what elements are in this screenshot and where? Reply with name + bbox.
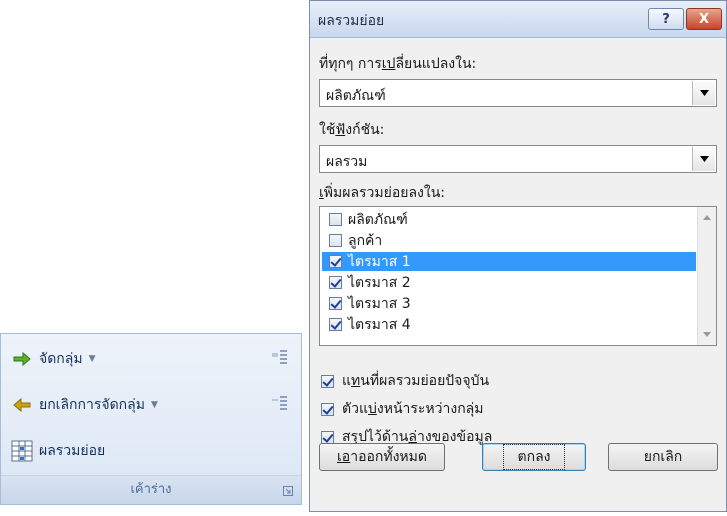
cancel-button[interactable]: ยกเลิก — [608, 443, 718, 471]
help-icon: ? — [662, 11, 670, 27]
use-function-label-post: งก์ชัน: — [345, 122, 385, 138]
checkbox[interactable] — [329, 213, 342, 226]
group-button-label: จัดกลุ่ม — [39, 351, 83, 367]
use-function-dropdown[interactable]: ผลรวม — [319, 145, 717, 173]
use-function-label-accesskey: ฟั — [335, 122, 346, 138]
page-break-label-post: งหน้าระหว่างกลุ่ม — [376, 401, 484, 417]
list-item[interactable]: ไตรมาส 2 — [322, 273, 696, 292]
change-in-value: ผลิตภัณฑ์ — [326, 88, 386, 104]
list-item-selected[interactable]: ไตรมาส 1 — [322, 252, 696, 271]
replace-current-label-accesskey: ท — [351, 373, 361, 389]
list-item-label: ผลิตภัณฑ์ — [348, 211, 408, 228]
add-subtotal-list[interactable]: ผลิตภัณฑ์ ลูกค้า ไตรมาส 1 ไตรมาส 2 ไตรมา… — [319, 206, 717, 346]
change-in-label-post: ลี่ยนแปลงใน: — [395, 56, 477, 72]
list-item[interactable]: ลูกค้า — [322, 231, 696, 250]
checkbox[interactable] — [329, 234, 342, 247]
change-in-label: ที่ทุกๆ การเปลี่ยนแปลงใน: — [319, 53, 476, 75]
scroll-up-icon[interactable] — [703, 215, 711, 220]
page-break-label-accesskey: บ่ — [367, 401, 377, 417]
subtotal-button-label: ผลรวมย่อย — [39, 443, 106, 459]
checkbox[interactable] — [329, 297, 342, 310]
ribbon-group-caption-label: เค้าร่าง — [130, 482, 172, 497]
change-in-dropdown[interactable]: ผลิตภัณฑ์ — [319, 79, 717, 107]
help-button[interactable]: ? — [648, 8, 684, 30]
remove-all-label-post: าออกทั้งหมด — [350, 449, 427, 465]
list-item-label: ไตรมาส 4 — [348, 316, 411, 333]
list-item-label: ลูกค้า — [348, 232, 383, 249]
outline-ribbon-group: จัดกลุ่ม ▼ ยกเลิกการจัดกลุ่ม ▼ ผลรวมย่อย — [0, 333, 302, 505]
checkbox[interactable] — [329, 318, 342, 331]
list-item-label: ไตรมาส 1 — [348, 253, 411, 270]
add-subtotal-label: เพิ่มผลรวมย่อยลงใน: — [319, 182, 445, 204]
ungroup-arrow-icon — [11, 394, 33, 416]
close-button[interactable]: X — [686, 8, 722, 30]
use-function-label-pre: ใช้ — [319, 122, 336, 138]
ok-button[interactable]: ตกลง — [482, 443, 586, 471]
page-break-checkbox[interactable] — [321, 402, 334, 416]
cancel-button-label: ยกเลิก — [643, 449, 683, 465]
subtotal-table-icon — [11, 440, 33, 462]
use-function-value: ผลรวม — [326, 154, 368, 170]
dialog-title: ผลรวมย่อย — [318, 13, 385, 29]
list-item[interactable]: ไตรมาส 3 — [322, 294, 696, 313]
remove-all-label-accesskey: เอ — [337, 449, 351, 465]
subtotal-dialog: ผลรวมย่อย ? X ที่ทุกๆ การเปลี่ยนแปลงใน: … — [309, 0, 727, 512]
chevron-down-icon[interactable]: ▼ — [89, 354, 96, 364]
checkbox[interactable] — [329, 276, 342, 289]
ungroup-button-label: ยกเลิกการจัดกลุ่ม — [39, 397, 145, 413]
dropdown-arrow-icon[interactable] — [692, 147, 715, 171]
ribbon-group-caption: เค้าร่าง — [1, 475, 301, 504]
remove-all-button[interactable]: เอ าออกทั้งหมด — [319, 443, 445, 471]
list-scrollbar[interactable] — [697, 207, 716, 345]
group-button[interactable]: จัดกลุ่ม ▼ — [11, 346, 96, 372]
subtotal-button[interactable]: ผลรวมย่อย — [11, 438, 105, 464]
dialog-launcher-icon[interactable] — [283, 486, 293, 496]
group-arrow-icon — [11, 348, 33, 370]
chevron-down-icon[interactable]: ▼ — [151, 400, 158, 410]
change-in-label-pre: ที่ทุกๆ การ — [319, 56, 382, 72]
summary-below-checkbox[interactable] — [321, 430, 334, 444]
page-break-label-pre: ตัวแ — [342, 401, 368, 417]
scroll-down-icon[interactable] — [703, 332, 711, 337]
dropdown-arrow-icon[interactable] — [692, 81, 715, 105]
change-in-label-accesskey: เป — [381, 56, 396, 72]
add-subtotal-label-post: พิ่มผลรวมย่อยลงใน: — [323, 185, 445, 201]
list-item-label: ไตรมาส 3 — [348, 295, 411, 312]
ok-button-label: ตกลง — [502, 444, 566, 470]
list-item[interactable]: ไตรมาส 4 — [322, 315, 696, 334]
page-break-option[interactable]: ตัวแ บ่ งหน้าระหว่างกลุ่ม — [319, 398, 483, 420]
list-item[interactable]: ผลิตภัณฑ์ — [322, 210, 696, 229]
list-item-label: ไตรมาส 2 — [348, 274, 411, 291]
replace-current-checkbox[interactable] — [321, 374, 334, 388]
use-function-label: ใช้ฟังก์ชัน: — [319, 119, 384, 141]
replace-current-label-pre: แ — [342, 373, 352, 389]
ungroup-rows-icon — [272, 396, 287, 410]
replace-current-label-post: นที่ผลรวมย่อยปัจจุบัน — [360, 373, 490, 389]
dialog-titlebar[interactable]: ผลรวมย่อย ? X — [310, 1, 726, 38]
group-rows-icon — [272, 350, 287, 364]
close-icon: X — [698, 11, 710, 27]
checkbox[interactable] — [329, 255, 342, 268]
ungroup-button[interactable]: ยกเลิกการจัดกลุ่ม ▼ — [11, 392, 158, 418]
replace-current-option[interactable]: แทนที่ผลรวมย่อยปัจจุบัน — [319, 370, 489, 392]
